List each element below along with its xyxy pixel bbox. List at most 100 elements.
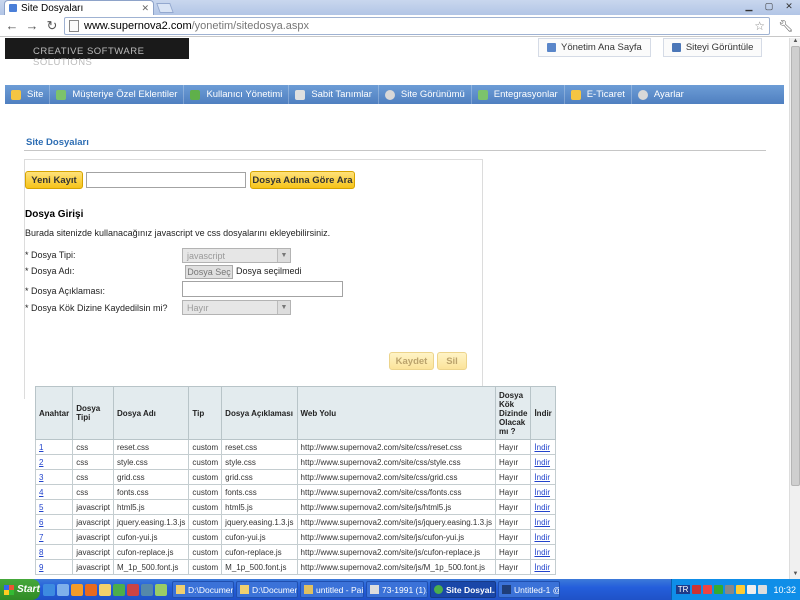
menu-user-management[interactable]: Kullanıcı Yönetimi bbox=[184, 85, 290, 104]
table-cell: grid.css bbox=[221, 469, 298, 485]
table-cell: javascript bbox=[72, 544, 115, 560]
back-icon[interactable]: ← bbox=[4, 18, 20, 34]
table-cell: javascript bbox=[72, 499, 115, 515]
folder-icon[interactable] bbox=[99, 583, 111, 596]
browser-tab[interactable]: Site Dosyaları ✕ bbox=[4, 0, 154, 15]
quick-launch bbox=[40, 583, 170, 596]
file-type-select[interactable]: javascript ▼ bbox=[182, 248, 291, 263]
menu-integrations[interactable]: Entegrasyonlar bbox=[472, 85, 565, 104]
root-dir-select[interactable]: Hayır ▼ bbox=[182, 300, 291, 315]
row-key-link[interactable]: 6 bbox=[34, 514, 74, 530]
menu-fixed-definitions[interactable]: Sabit Tanımlar bbox=[289, 85, 379, 104]
section-divider bbox=[24, 150, 766, 151]
table-cell: Hayır bbox=[495, 499, 532, 515]
menu-settings[interactable]: Ayarlar bbox=[632, 85, 690, 104]
cart-icon bbox=[570, 89, 581, 100]
new-record-button[interactable]: Yeni Kayıt bbox=[25, 171, 83, 189]
tray-icon[interactable] bbox=[703, 585, 713, 594]
site-logo[interactable]: CREATIVE SOFTWARE SOLUTIONS bbox=[5, 38, 189, 68]
row-key-link[interactable]: 5 bbox=[34, 499, 74, 515]
view-site-link[interactable]: Siteyi Görüntüle bbox=[662, 38, 763, 57]
table-cell: javascript bbox=[72, 559, 115, 575]
download-link[interactable]: İndir bbox=[530, 439, 556, 455]
app-icon[interactable] bbox=[127, 583, 139, 596]
taskbar-label: Untitled-1 @... bbox=[514, 584, 559, 595]
language-indicator[interactable]: TR bbox=[675, 585, 691, 594]
wrench-icon[interactable]: 🔧︎ bbox=[778, 18, 794, 34]
menu-label: Entegrasyonlar bbox=[493, 89, 558, 100]
ie-icon[interactable] bbox=[43, 583, 55, 596]
download-link[interactable]: İndir bbox=[530, 469, 556, 485]
download-link[interactable]: İndir bbox=[530, 454, 556, 470]
tray-icon[interactable] bbox=[725, 585, 735, 594]
taskbar-label: Site Dosyal... bbox=[446, 584, 496, 595]
table-cell: fonts.css bbox=[113, 484, 190, 500]
scroll-down-icon[interactable]: ▼ bbox=[790, 571, 800, 579]
vertical-scrollbar[interactable]: ▲ ▼ bbox=[789, 38, 800, 579]
search-by-name-button[interactable]: Dosya Adına Göre Ara bbox=[250, 171, 355, 189]
firefox-icon[interactable] bbox=[85, 583, 97, 596]
download-link[interactable]: İndir bbox=[530, 484, 556, 500]
start-button[interactable]: Start bbox=[0, 579, 40, 600]
reload-icon[interactable]: ↻ bbox=[44, 18, 60, 34]
desktop-icon[interactable] bbox=[57, 583, 69, 596]
volume-icon[interactable] bbox=[758, 585, 768, 594]
row-key-link[interactable]: 8 bbox=[34, 544, 74, 560]
choose-file-button[interactable]: Dosya Seç bbox=[185, 265, 233, 279]
table-cell: cufon-replace.js bbox=[113, 544, 190, 560]
chrome-icon bbox=[434, 585, 443, 594]
taskbar-button[interactable]: 73-1991 (1)... bbox=[366, 581, 428, 598]
taskbar-button[interactable]: D:\Documen... bbox=[172, 581, 234, 598]
menu-site[interactable]: Site bbox=[5, 85, 51, 104]
download-link[interactable]: İndir bbox=[530, 499, 556, 515]
taskbar-button-active[interactable]: Site Dosyal... bbox=[430, 581, 496, 598]
taskbar-button[interactable]: untitled - Paint bbox=[300, 581, 364, 598]
delete-button[interactable]: Sil bbox=[437, 352, 467, 370]
save-button[interactable]: Kaydet bbox=[389, 352, 434, 370]
menu-custom-extensions[interactable]: Müşteriye Özel Eklentiler bbox=[50, 85, 185, 104]
file-description-input[interactable] bbox=[182, 281, 343, 297]
download-link[interactable]: İndir bbox=[530, 514, 556, 530]
forward-icon[interactable]: → bbox=[24, 18, 40, 34]
app-icon[interactable] bbox=[141, 583, 153, 596]
taskbar-button[interactable]: Untitled-1 @... bbox=[498, 581, 560, 598]
tray-icon[interactable] bbox=[747, 585, 757, 594]
url-path: /yonetim/sitedosya.aspx bbox=[191, 19, 309, 32]
row-key-link[interactable]: 1 bbox=[34, 439, 74, 455]
tray-icon[interactable] bbox=[736, 585, 746, 594]
admin-home-link[interactable]: Yönetim Ana Sayfa bbox=[538, 38, 651, 57]
download-link[interactable]: İndir bbox=[530, 544, 556, 560]
table-cell: style.css bbox=[221, 454, 298, 470]
scroll-thumb[interactable] bbox=[791, 46, 800, 486]
download-link[interactable]: İndir bbox=[530, 529, 556, 545]
scroll-up-icon[interactable]: ▲ bbox=[790, 38, 800, 46]
row-key-link[interactable]: 3 bbox=[34, 469, 74, 485]
download-link[interactable]: İndir bbox=[530, 559, 556, 575]
close-window-icon[interactable]: ✕ bbox=[780, 0, 798, 12]
row-key-link[interactable]: 2 bbox=[34, 454, 74, 470]
address-bar[interactable]: www.supernova2.com /yonetim/sitedosya.as… bbox=[64, 16, 770, 35]
search-input[interactable] bbox=[86, 172, 246, 188]
row-key-link[interactable]: 9 bbox=[34, 559, 74, 575]
new-tab-button[interactable] bbox=[156, 3, 174, 13]
maximize-icon[interactable]: ▢ bbox=[760, 0, 778, 12]
form-description: Burada sitenizde kullanacağınız javascri… bbox=[25, 228, 331, 238]
app-icon[interactable] bbox=[155, 583, 167, 596]
close-tab-icon[interactable]: ✕ bbox=[141, 3, 149, 14]
browser-toolbar: ← → ↻ www.supernova2.com /yonetim/sitedo… bbox=[0, 15, 800, 37]
chrome-icon[interactable] bbox=[113, 583, 125, 596]
minimize-icon[interactable]: ▁ bbox=[740, 0, 758, 12]
page-icon bbox=[69, 19, 79, 32]
bookmark-star-icon[interactable]: ☆ bbox=[754, 19, 765, 33]
table-cell: html5.js bbox=[221, 499, 298, 515]
taskbar-button[interactable]: D:\Documen... bbox=[236, 581, 298, 598]
table-cell: html5.js bbox=[113, 499, 190, 515]
tray-icon[interactable] bbox=[714, 585, 724, 594]
media-icon[interactable] bbox=[71, 583, 83, 596]
menu-ecommerce[interactable]: E-Ticaret bbox=[565, 85, 632, 104]
row-key-link[interactable]: 7 bbox=[34, 529, 74, 545]
star-icon bbox=[11, 89, 21, 100]
row-key-link[interactable]: 4 bbox=[34, 484, 74, 500]
menu-site-appearance[interactable]: Site Görünümü bbox=[379, 85, 472, 104]
tray-icon[interactable] bbox=[692, 585, 702, 594]
